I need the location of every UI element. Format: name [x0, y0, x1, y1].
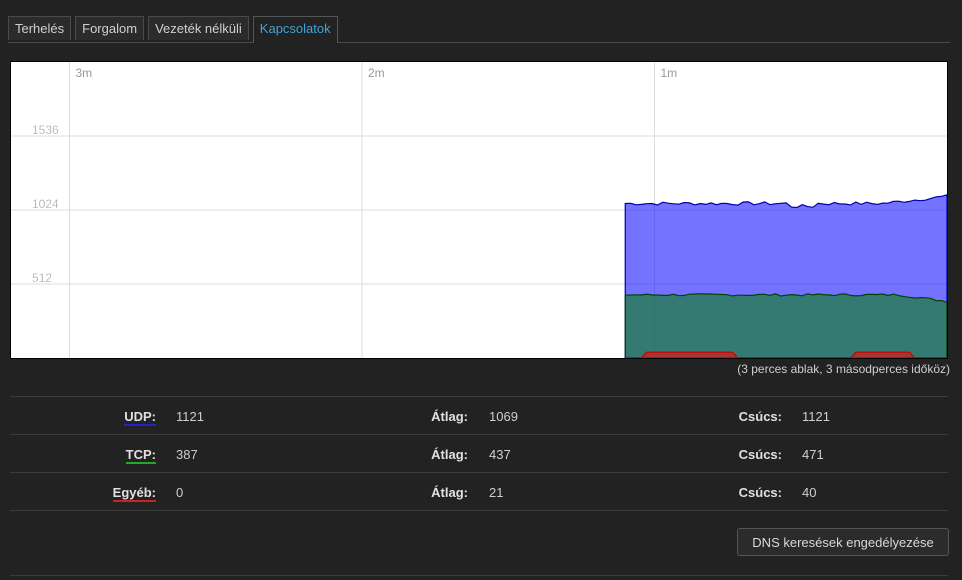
tab-vezetek-nelkuli[interactable]: Vezeték nélküli: [148, 16, 249, 40]
udp-peak: 1121: [802, 409, 830, 424]
tab-kapcsolatok[interactable]: Kapcsolatok: [252, 16, 338, 43]
y-tick-label: 1024: [32, 197, 59, 211]
tcp-current: 387: [176, 447, 198, 462]
udp-avg: 1069: [489, 409, 518, 424]
udp-current: 1121: [176, 409, 204, 424]
x-tick-label: 3m: [76, 66, 93, 80]
tcp-area: [624, 293, 947, 358]
x-tick-label: 1m: [661, 66, 678, 80]
divider: [10, 575, 948, 576]
enable-dns-lookups-button[interactable]: DNS keresések engedélyezése: [737, 528, 949, 556]
tab-terheles[interactable]: Terhelés: [8, 16, 72, 40]
stats-row-tcp: TCP: 387 Átlag: 437 Csúcs: 471: [10, 435, 948, 473]
tcp-label: TCP:: [125, 447, 156, 464]
stats-table: UDP: 1121 Átlag: 1069 Csúcs: 1121 TCP: 3…: [10, 396, 948, 511]
other-peak: 40: [802, 485, 817, 500]
graph-caption: (3 perces ablak, 3 másodperces időköz): [737, 362, 950, 376]
other-avg-label: Átlag:: [431, 485, 468, 500]
y-tick-label: 512: [32, 271, 52, 285]
chart-svg: 1536 1024 512 3m 2m 1m: [11, 62, 947, 358]
other-peak-label: Csúcs:: [738, 485, 782, 500]
x-tick-label: 2m: [368, 66, 385, 80]
tab-forgalom[interactable]: Forgalom: [75, 16, 145, 40]
stats-row-udp: UDP: 1121 Átlag: 1069 Csúcs: 1121: [10, 397, 948, 435]
tab-bar: Terhelés Forgalom Vezeték nélküli Kapcso…: [8, 16, 950, 43]
stats-row-other: Egyéb: 0 Átlag: 21 Csúcs: 40: [10, 473, 948, 511]
connections-graph: 1536 1024 512 3m 2m 1m: [10, 61, 948, 359]
tcp-avg-label: Átlag:: [431, 447, 468, 462]
udp-avg-label: Átlag:: [431, 409, 468, 424]
other-current: 0: [176, 485, 184, 500]
tcp-peak-label: Csúcs:: [738, 447, 782, 462]
udp-peak-label: Csúcs:: [738, 409, 782, 424]
y-tick-label: 1536: [32, 123, 59, 137]
udp-label: UDP:: [124, 409, 156, 426]
other-label: Egyéb:: [112, 485, 156, 502]
tcp-peak: 471: [802, 447, 824, 462]
tcp-avg: 437: [489, 447, 511, 462]
other-avg: 21: [489, 485, 504, 500]
